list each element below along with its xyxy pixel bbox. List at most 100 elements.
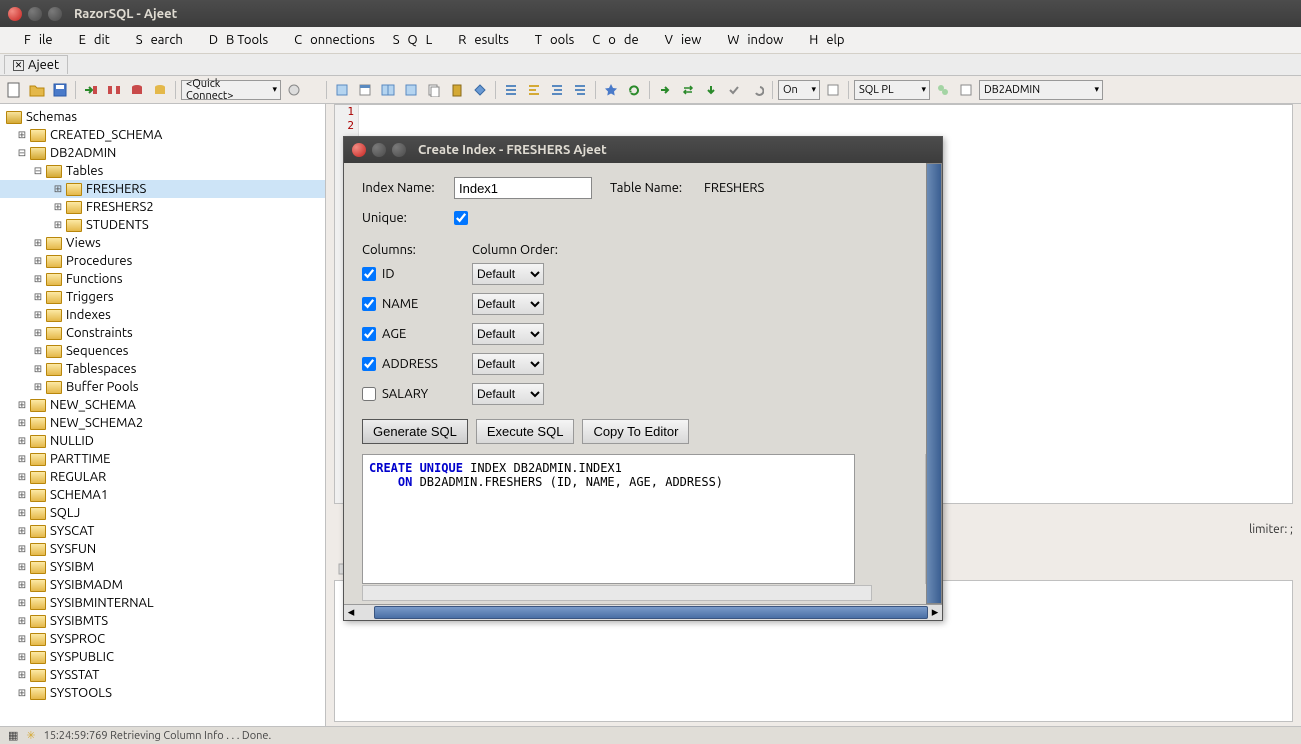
tree-item-freshers[interactable]: ⊞FRESHERS (0, 180, 325, 198)
check-icon[interactable] (724, 80, 744, 100)
sql-preview[interactable]: CREATE UNIQUE INDEX DB2ADMIN.INDEX1 ON D… (362, 454, 855, 584)
undo-icon[interactable] (747, 80, 767, 100)
tree-item[interactable]: ⊞Indexes (0, 306, 325, 324)
format-icon-4[interactable] (570, 80, 590, 100)
unique-checkbox[interactable] (454, 211, 468, 225)
tree-item-tables[interactable]: ⊟Tables (0, 162, 325, 180)
tree-item[interactable]: ⊞SYSFUN (0, 540, 325, 558)
col-id-checkbox[interactable] (362, 267, 376, 281)
tree-item[interactable]: ⊞SYSPROC (0, 630, 325, 648)
paste-icon[interactable] (447, 80, 467, 100)
dialog-vscroll[interactable] (926, 163, 942, 604)
tree-item[interactable]: ⊞SYSTOOLS (0, 684, 325, 702)
tree-item[interactable]: ⊞Procedures (0, 252, 325, 270)
sql-preview-hscroll[interactable] (362, 585, 872, 601)
toolbar-icon-3[interactable] (378, 80, 398, 100)
menu-help[interactable]: Help (793, 30, 852, 50)
arrow-down-icon[interactable] (701, 80, 721, 100)
toolbar-icon-8[interactable] (956, 80, 976, 100)
col-address-checkbox[interactable] (362, 357, 376, 371)
language-combo[interactable]: SQL PL (854, 80, 930, 100)
dialog-titlebar[interactable]: Create Index - FRESHERS Ajeet (344, 137, 942, 163)
dialog-hscroll[interactable]: ◂▸ (344, 604, 942, 620)
format-icon-2[interactable] (524, 80, 544, 100)
tree-item-students[interactable]: ⊞STUDENTS (0, 216, 325, 234)
window-close-icon[interactable] (8, 7, 22, 21)
dialog-maximize-icon[interactable] (392, 143, 406, 157)
tree-item[interactable]: ⊞NULLID (0, 432, 325, 450)
tree-item[interactable]: ⊞Tablespaces (0, 360, 325, 378)
tree-item[interactable]: ⊞SYSPUBLIC (0, 648, 325, 666)
toolbar-icon-7[interactable] (933, 80, 953, 100)
toolbar-icon-2[interactable] (355, 80, 375, 100)
tree-item[interactable]: ⊞SYSSTAT (0, 666, 325, 684)
menu-edit[interactable]: Edit (63, 30, 118, 50)
menu-connections[interactable]: Connections (278, 30, 383, 50)
tree-item-freshers2[interactable]: ⊞FRESHERS2 (0, 198, 325, 216)
tree-item[interactable]: ⊞SYSIBMTS (0, 612, 325, 630)
index-name-input[interactable] (454, 177, 592, 199)
tree-item[interactable]: ⊞Constraints (0, 324, 325, 342)
window-maximize-icon[interactable] (48, 7, 62, 21)
toolbar-icon-6[interactable] (823, 80, 843, 100)
menu-window[interactable]: Window (711, 30, 791, 50)
tree-item[interactable]: ⊞PARTTIME (0, 450, 325, 468)
tree-item[interactable]: ⊞SYSIBMINTERNAL (0, 594, 325, 612)
save-file-icon[interactable] (50, 80, 70, 100)
tree-item[interactable]: ⊞Buffer Pools (0, 378, 325, 396)
tree-item[interactable]: ⊞SQLJ (0, 504, 325, 522)
schema-tree[interactable]: Schemas ⊞CREATED_SCHEMA ⊟DB2ADMIN ⊟Table… (0, 104, 326, 726)
toolbar-icon-5[interactable] (470, 80, 490, 100)
menu-dbtools[interactable]: DB Tools (193, 30, 276, 50)
open-file-icon[interactable] (27, 80, 47, 100)
col-age-order[interactable]: Default (472, 323, 544, 345)
format-icon-1[interactable] (501, 80, 521, 100)
tree-item[interactable]: ⊞Triggers (0, 288, 325, 306)
quick-connect-go-icon[interactable] (284, 80, 304, 100)
dialog-close-icon[interactable] (352, 143, 366, 157)
menu-view[interactable]: View (649, 30, 710, 50)
tree-item[interactable]: ⊞SCHEMA1 (0, 486, 325, 504)
menu-code[interactable]: Code (584, 30, 646, 50)
copy-icon[interactable] (424, 80, 444, 100)
on-combo[interactable]: On (778, 80, 820, 100)
db-add-icon[interactable] (150, 80, 170, 100)
db-delete-icon[interactable] (127, 80, 147, 100)
disconnect-icon[interactable] (104, 80, 124, 100)
col-address-order[interactable]: Default (472, 353, 544, 375)
menu-sql[interactable]: SQL (385, 30, 441, 50)
col-age-checkbox[interactable] (362, 327, 376, 341)
tree-item[interactable]: ⊞Views (0, 234, 325, 252)
tree-item[interactable]: ⊞NEW_SCHEMA (0, 396, 325, 414)
tab-close-icon[interactable]: ✕ (13, 60, 24, 71)
toolbar-icon-4[interactable] (401, 80, 421, 100)
connect-icon[interactable] (81, 80, 101, 100)
col-name-order[interactable]: Default (472, 293, 544, 315)
menu-tools[interactable]: Tools (519, 30, 583, 50)
tree-item[interactable]: ⊞SYSIBM (0, 558, 325, 576)
menu-file[interactable]: File (8, 30, 61, 50)
tree-item[interactable]: ⊞Sequences (0, 342, 325, 360)
tree-item[interactable]: ⊞REGULAR (0, 468, 325, 486)
col-salary-checkbox[interactable] (362, 387, 376, 401)
execute-sql-button[interactable]: Execute SQL (476, 419, 575, 444)
menu-results[interactable]: Results (442, 30, 517, 50)
tree-item[interactable]: ⊞SYSIBMADM (0, 576, 325, 594)
tree-root-schemas[interactable]: Schemas (0, 108, 325, 126)
favorites-icon[interactable] (601, 80, 621, 100)
col-id-order[interactable]: Default (472, 263, 544, 285)
refresh-icon[interactable] (624, 80, 644, 100)
col-name-checkbox[interactable] (362, 297, 376, 311)
format-icon-3[interactable] (547, 80, 567, 100)
arrow-swap-icon[interactable] (678, 80, 698, 100)
col-salary-order[interactable]: Default (472, 383, 544, 405)
tree-item[interactable]: ⊞CREATED_SCHEMA (0, 126, 325, 144)
tree-item[interactable]: ⊞NEW_SCHEMA2 (0, 414, 325, 432)
toolbar-icon-1[interactable] (332, 80, 352, 100)
tree-item-db2admin[interactable]: ⊟DB2ADMIN (0, 144, 325, 162)
window-minimize-icon[interactable] (28, 7, 42, 21)
generate-sql-button[interactable]: Generate SQL (362, 419, 468, 444)
new-file-icon[interactable] (4, 80, 24, 100)
tree-item[interactable]: ⊞SYSCAT (0, 522, 325, 540)
arrow-right-icon[interactable] (655, 80, 675, 100)
